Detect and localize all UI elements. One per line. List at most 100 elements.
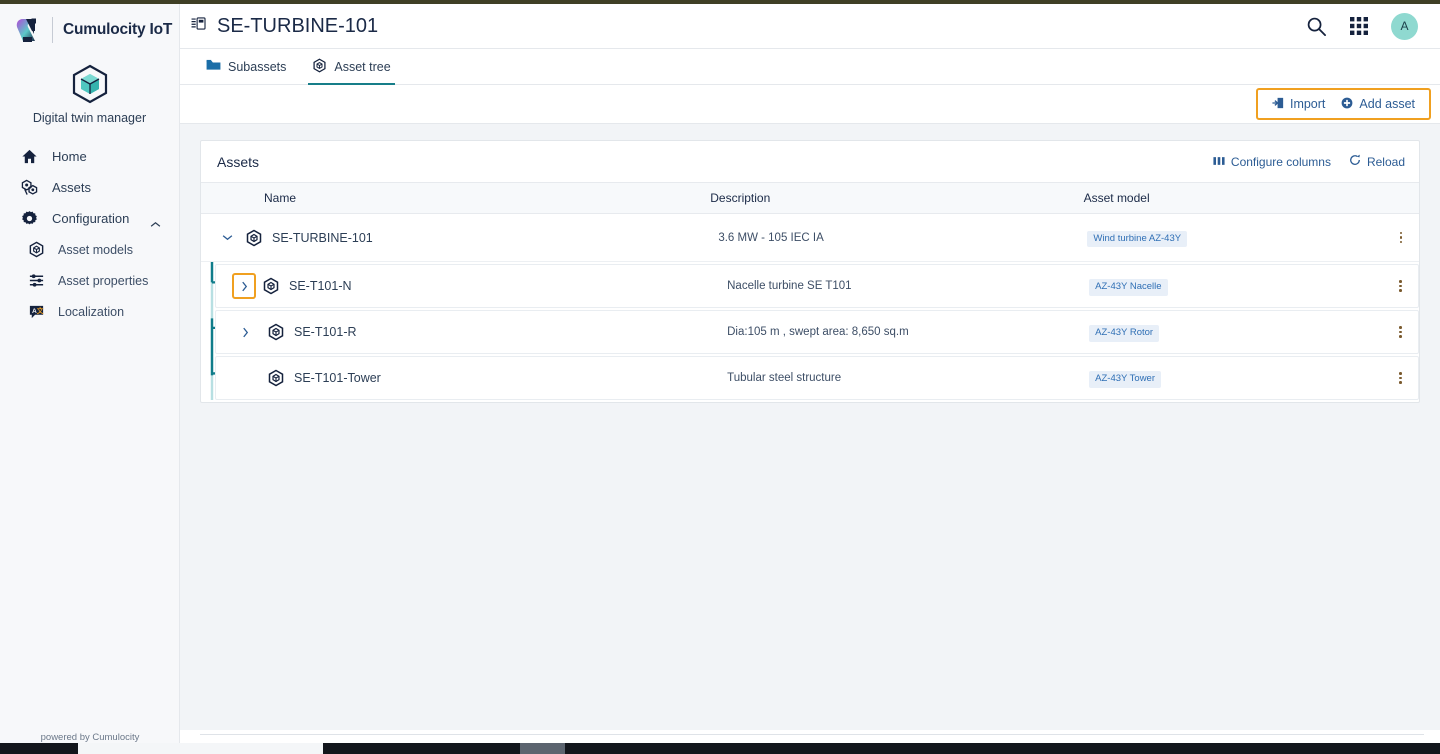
page-header: SE-TURBINE-101 A [180,4,1440,49]
tab-bar: Subassets Asset tree [180,49,1440,85]
app-identity: Digital twin manager [0,56,179,137]
asset-cube-icon [245,229,263,247]
sidebar-item-home[interactable]: Home [0,141,179,172]
cell-name: SE-TURBINE-101 [215,226,718,250]
brand-name: Cumulocity IoT [63,21,173,38]
column-header-asset-model: Asset model [1083,191,1150,205]
cell-asset-model: AZ-43Y Rotor [1089,322,1383,342]
chevron-down-icon[interactable] [215,226,239,250]
page-header-actions: A [1306,12,1440,40]
assets-card-header: Assets Configure columns Reload [201,141,1419,182]
row-menu-icon[interactable] [1393,324,1407,340]
reload-button[interactable]: Reload [1349,154,1405,169]
sidebar-item-label: Localization [58,304,125,319]
action-buttons-highlight-group: Import Add asset [1255,88,1431,120]
table-row[interactable]: SE-T101-N Nacelle turbine SE T101 AZ-43Y… [215,264,1419,308]
table-row[interactable]: SE-TURBINE-101 3.6 MW - 105 IEC IA Wind … [201,214,1419,262]
chevron-right-icon[interactable] [233,320,257,344]
asset-model-icon [27,240,46,259]
button-label: Import [1289,97,1326,111]
asset-cube-icon [267,369,285,387]
row-menu-icon[interactable] [1394,230,1408,246]
folder-icon [206,59,221,74]
sidebar-item-configuration[interactable]: Configuration [0,203,179,234]
assets-icon [20,178,39,197]
gear-icon [20,209,39,228]
column-header-description: Description [710,191,771,205]
sidebar-item-localization[interactable]: A 文 Localization [0,296,179,327]
page-title: SE-TURBINE-101 [217,14,379,37]
scrollbar-gap [78,743,323,754]
asset-model-badge[interactable]: Wind turbine AZ-43Y [1087,230,1188,248]
twisty-placeholder [233,366,257,390]
asset-name-label: SE-T101-Tower [294,371,381,385]
columns-icon [1213,155,1225,169]
sidebar-item-asset-properties[interactable]: Asset properties [0,265,179,296]
home-icon [20,147,39,166]
cell-description: Dia:105 m , swept area: 8,650 sq.m [727,326,909,338]
import-button[interactable]: Import [1272,97,1325,112]
asset-model-badge[interactable]: AZ-43Y Rotor [1089,325,1160,342]
asset-details-icon [191,17,206,35]
cell-name: SE-T101-N [232,273,731,299]
asset-name-label: SE-T101-N [289,279,352,293]
avatar[interactable]: A [1391,12,1418,40]
asset-model-badge[interactable]: AZ-43Y Nacelle [1089,279,1168,296]
app-label: Digital twin manager [32,111,147,125]
refresh-icon [1349,154,1361,169]
table-row[interactable]: SE-T101-R Dia:105 m , swept area: 8,650 … [215,310,1419,354]
app-grid-icon[interactable] [1349,16,1369,36]
import-icon [1272,97,1284,112]
cell-name: SE-T101-R [232,320,731,344]
app-root: Cumulocity IoT Digital twin manager Home… [0,0,1440,754]
button-label: Add asset [1359,97,1415,111]
svg-text:文: 文 [37,306,44,315]
column-header-name: Name [264,191,297,205]
assets-card: Assets Configure columns Reload Name Des… [200,140,1420,403]
plus-circle-icon [1341,97,1353,112]
chevron-up-icon[interactable] [150,215,161,233]
cell-actions [1383,324,1418,340]
chevron-right-icon[interactable] [232,273,256,299]
tab-asset-tree[interactable]: Asset tree [308,49,395,85]
button-label: Reload [1366,154,1405,169]
search-icon[interactable] [1306,16,1327,37]
sidebar-item-label: Assets [52,180,92,195]
action-bar: Import Add asset [180,85,1440,124]
cell-description: Nacelle turbine SE T101 [727,280,852,292]
table-row[interactable]: SE-T101-Tower Tubular steel structure AZ… [215,356,1419,400]
asset-name-label: SE-TURBINE-101 [272,230,373,245]
scrollbar-thumb[interactable] [520,743,565,754]
asset-name-label: SE-T101-R [294,325,357,339]
add-asset-button[interactable]: Add asset [1341,97,1415,112]
sidebar-item-label: Configuration [52,211,130,226]
sidebar-item-assets[interactable]: Assets [0,172,179,203]
tab-subassets[interactable]: Subassets [202,49,290,85]
asset-cube-icon [262,277,280,295]
cell-description: Tubular steel structure [727,372,842,384]
digital-twin-cube-icon [68,62,112,106]
sidebar-item-label: Asset models [58,242,134,257]
cell-asset-model: Wind turbine AZ-43Y [1087,228,1383,248]
row-menu-icon[interactable] [1393,370,1407,386]
row-menu-icon[interactable] [1393,278,1407,294]
card-title: Assets [217,153,260,170]
brand-header[interactable]: Cumulocity IoT [0,4,179,56]
content-area: Assets Configure columns Reload Name Des… [180,124,1440,730]
sidebar-item-asset-models[interactable]: Asset models [0,234,179,265]
configure-columns-button[interactable]: Configure columns [1213,155,1331,169]
cell-actions [1383,370,1418,386]
sidebar-nav: Home Assets Configuration Asset models A… [0,137,179,327]
powered-by-label: powered by Cumulocity [40,732,140,743]
page-header-left: SE-TURBINE-101 [180,15,378,38]
tab-label: Subassets [228,59,287,74]
card-actions: Configure columns Reload [1213,154,1405,169]
horizontal-scrollbar[interactable] [0,743,1440,754]
asset-cube-icon [267,323,285,341]
cell-description: 3.6 MW - 105 IEC IA [718,231,824,244]
brand-divider [52,17,53,43]
asset-model-badge[interactable]: AZ-43Y Tower [1089,371,1161,388]
cumulocity-logo-icon [14,15,42,45]
sidebar: Cumulocity IoT Digital twin manager Home… [0,4,180,750]
sidebar-item-label: Home [52,149,87,164]
